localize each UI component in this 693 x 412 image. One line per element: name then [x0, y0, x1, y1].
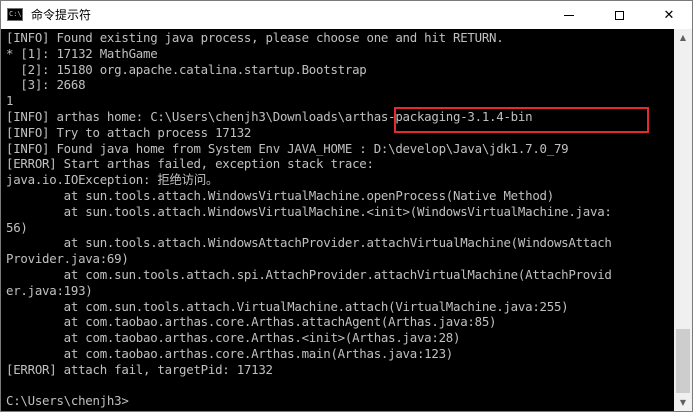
console-line: at com.taobao.arthas.core.Arthas.main(Ar… — [6, 345, 454, 361]
console-line: [ERROR] Start arthas failed, exception s… — [6, 156, 374, 172]
close-button[interactable]: ✕ — [646, 1, 692, 29]
console-line: java.io.IOException: 拒绝访问。 — [6, 172, 219, 188]
scroll-thumb[interactable] — [676, 329, 690, 393]
console-line: [INFO] Found existing java process, plea… — [6, 30, 504, 45]
console-lines: [INFO] Found existing java process, plea… — [6, 30, 612, 409]
console-line: at sun.tools.attach.WindowsVirtualMachin… — [6, 187, 555, 203]
console-line: er.java:193) — [6, 282, 93, 298]
title-bar[interactable]: C:\ 命令提示符 ✕ — [1, 1, 692, 29]
console-output[interactable]: [INFO] Found existing java process, plea… — [1, 29, 674, 411]
maximize-button[interactable] — [596, 1, 642, 29]
minimize-icon — [564, 14, 574, 16]
console-line: at com.taobao.arthas.core.Arthas.attachA… — [6, 314, 497, 330]
cmd-window: C:\ 命令提示符 ✕ [INFO] Found existing java p… — [0, 0, 693, 412]
console-line: C:\Users\chenjh3> — [6, 393, 129, 409]
console-line: 56) — [6, 219, 28, 235]
maximize-icon — [614, 10, 624, 20]
console-line: at com.sun.tools.attach.spi.AttachProvid… — [6, 266, 612, 282]
console-line: * [1]: 17132 MathGame — [6, 45, 158, 61]
window-title: 命令提示符 — [31, 8, 92, 22]
console-line: at com.sun.tools.attach.VirtualMachine.a… — [6, 298, 569, 314]
console-line: at sun.tools.attach.WindowsAttachProvide… — [6, 235, 612, 251]
java-home-highlight — [394, 107, 649, 133]
cmd-icon[interactable]: C:\ — [7, 8, 23, 21]
scroll-up-icon[interactable]: ▲ — [674, 29, 692, 46]
console-line: [2]: 15180 org.apache.catalina.startup.B… — [6, 61, 367, 77]
scroll-down-icon[interactable]: ▼ — [674, 394, 692, 411]
console-line: [ERROR] attach fail, targetPid: 17132 — [6, 361, 273, 377]
close-icon: ✕ — [663, 7, 675, 23]
console-line: [3]: 2668 — [6, 77, 86, 93]
vertical-scrollbar[interactable]: ▲ ▼ — [674, 29, 692, 411]
console-line: at com.taobao.arthas.core.Arthas.<init>(… — [6, 330, 461, 346]
console-line: Provider.java:69) — [6, 251, 129, 267]
minimize-button[interactable] — [546, 1, 592, 29]
console-line: at sun.tools.attach.WindowsVirtualMachin… — [6, 203, 612, 219]
console-line: [INFO] Found java home from System Env J… — [6, 140, 569, 156]
